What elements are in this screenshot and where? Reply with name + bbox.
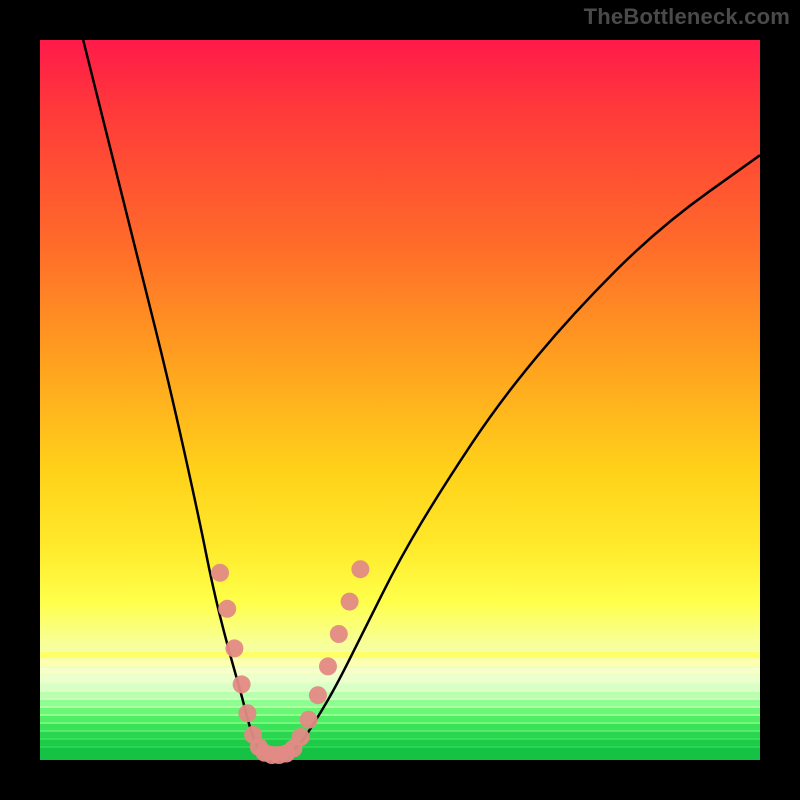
- data-marker: [211, 564, 229, 582]
- data-marker: [330, 625, 348, 643]
- chart-svg: [40, 40, 760, 760]
- marker-layer: [211, 560, 369, 764]
- data-marker: [218, 600, 236, 618]
- watermark-text: TheBottleneck.com: [584, 4, 790, 30]
- data-marker: [300, 711, 318, 729]
- data-marker: [225, 639, 243, 657]
- data-marker: [319, 657, 337, 675]
- chart-frame: TheBottleneck.com: [0, 0, 800, 800]
- data-marker: [309, 686, 327, 704]
- data-marker: [233, 675, 251, 693]
- curve-layer: [83, 40, 760, 756]
- plot-area: [40, 40, 760, 760]
- data-marker: [292, 728, 310, 746]
- data-marker: [341, 593, 359, 611]
- curve-right-curve: [285, 155, 760, 756]
- data-marker: [238, 704, 256, 722]
- data-marker: [351, 560, 369, 578]
